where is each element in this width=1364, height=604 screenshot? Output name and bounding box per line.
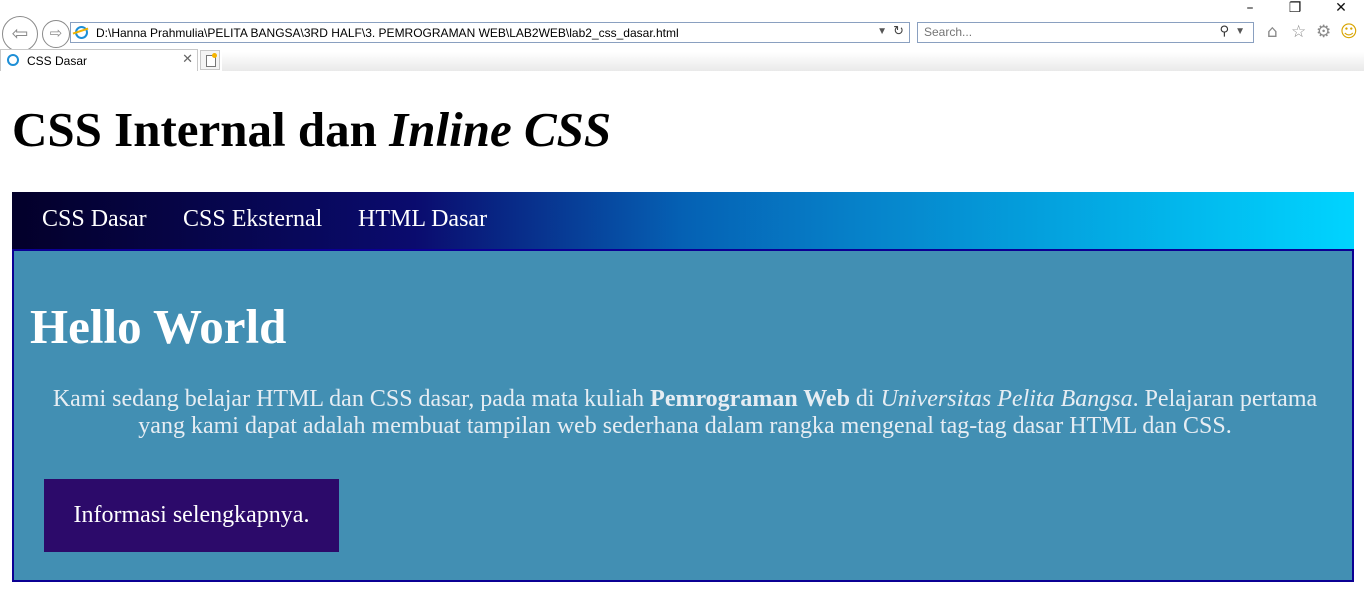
address-bar[interactable]: D:\Hanna Prahmulia\PELITA BANGSA\3RD HAL… <box>70 22 910 43</box>
search-box[interactable]: ⚲ ▼ <box>917 22 1254 43</box>
browser-chrome: – ❐ ✕ ⇦ ⇨ D:\Hanna Prahmulia\PELITA BANG… <box>0 0 1364 71</box>
close-window-button[interactable]: ✕ <box>1326 0 1356 18</box>
new-tab-icon[interactable] <box>200 50 220 70</box>
hero-description: Kami sedang belajar HTML dan CSS dasar, … <box>34 386 1336 440</box>
page-title-regular: CSS Internal dan <box>12 102 390 157</box>
address-url[interactable]: D:\Hanna Prahmulia\PELITA BANGSA\3RD HAL… <box>96 26 679 40</box>
search-input[interactable] <box>924 25 1204 39</box>
smiley-feedback-icon[interactable]: ☺ <box>1340 22 1358 42</box>
hero-heading: Hello World <box>30 299 287 354</box>
search-dropdown-icon[interactable]: ▼ <box>1235 26 1245 37</box>
ie-logo-icon <box>75 26 88 39</box>
top-navigation: CSS Dasar CSS Eksternal HTML Dasar <box>12 192 1354 249</box>
nav-link-css-dasar[interactable]: CSS Dasar <box>42 206 147 233</box>
restore-button[interactable]: ❐ <box>1280 0 1310 18</box>
tab-strip <box>222 52 1364 71</box>
browser-tab[interactable]: CSS Dasar ✕ <box>0 49 198 71</box>
close-icon[interactable]: ✕ <box>182 52 193 67</box>
hero-text-bold: Pemrograman Web <box>650 386 850 412</box>
ie-logo-icon <box>7 54 19 66</box>
page-title-italic: Inline CSS <box>389 102 612 157</box>
page-title: CSS Internal dan Inline CSS <box>12 99 611 161</box>
hero-text-part-1: Kami sedang belajar HTML dan CSS dasar, … <box>52 386 651 412</box>
forward-icon[interactable]: ⇨ <box>42 20 70 48</box>
address-dropdown-icon[interactable]: ▼ <box>877 26 887 37</box>
nav-link-css-eksternal[interactable]: CSS Eksternal <box>183 206 322 233</box>
hero-section: Hello World Kami sedang belajar HTML dan… <box>12 249 1354 582</box>
search-icon[interactable]: ⚲ <box>1219 24 1229 39</box>
nav-link-html-dasar[interactable]: HTML Dasar <box>358 206 487 233</box>
minimize-button[interactable]: – <box>1235 0 1265 18</box>
tab-title: CSS Dasar <box>27 54 88 68</box>
hero-text-italic: Universitas Pelita Bangsa <box>880 386 1133 412</box>
refresh-icon[interactable]: ↻ <box>893 24 904 39</box>
back-icon[interactable]: ⇦ <box>2 16 38 52</box>
favorites-star-icon[interactable]: ☆ <box>1291 22 1306 42</box>
home-icon[interactable]: ⌂ <box>1267 22 1278 42</box>
more-info-button[interactable]: Informasi selengkapnya. <box>44 479 339 552</box>
hero-text-part-2: di <box>849 386 881 412</box>
settings-gear-icon[interactable]: ⚙ <box>1316 22 1331 42</box>
